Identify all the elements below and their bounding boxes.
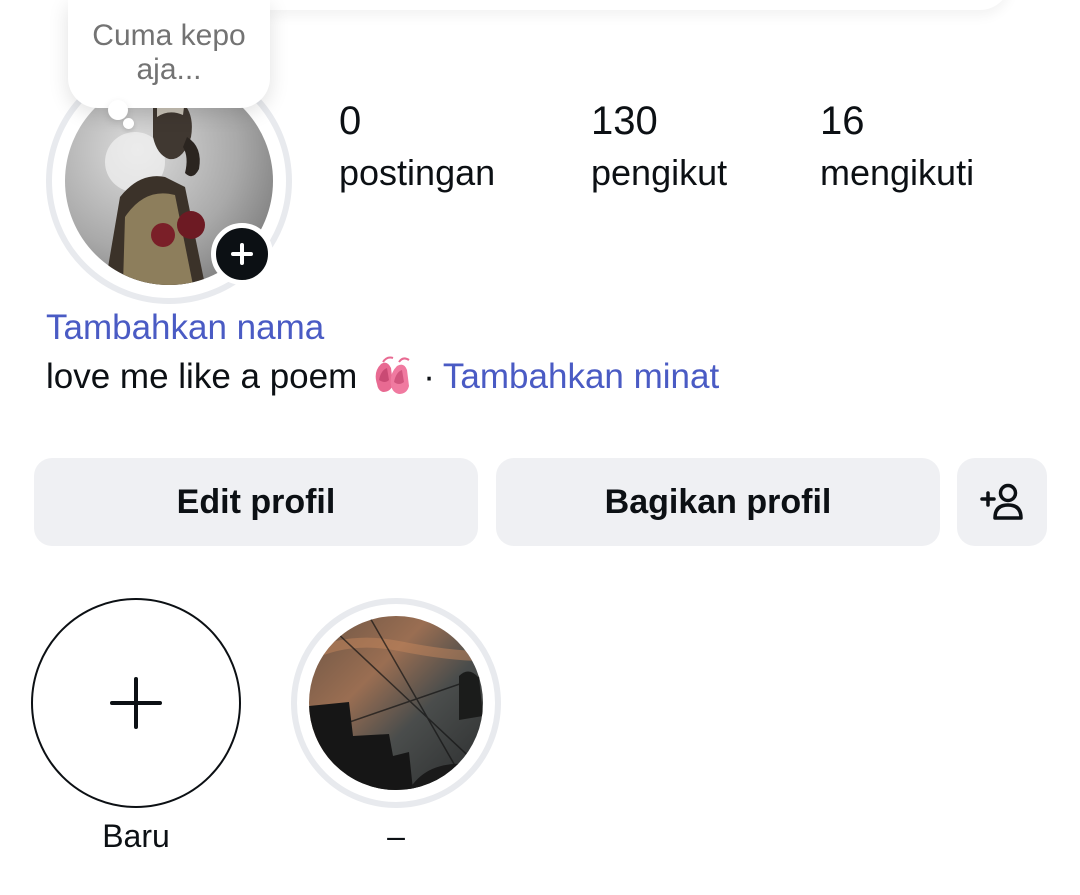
following-count: 16: [820, 99, 865, 143]
new-highlight-button[interactable]: [31, 598, 241, 808]
posts-count: 0: [339, 99, 362, 143]
add-person-icon: [980, 483, 1023, 520]
highlight-cover: [309, 616, 483, 790]
plus-icon: [110, 677, 162, 729]
note-tail-dot-small: [123, 118, 134, 129]
following-label: mengikuti: [820, 152, 975, 193]
discover-people-button[interactable]: [957, 458, 1047, 546]
highlight-label: –: [387, 818, 405, 854]
note-text: Cuma kepo aja...: [92, 19, 246, 86]
new-highlight-label: Baru: [102, 818, 170, 854]
edit-profile-label: Edit profil: [176, 482, 336, 521]
add-interests-link[interactable]: Tambahkan minat: [443, 354, 719, 400]
share-profile-button[interactable]: Bagikan profil: [496, 458, 940, 546]
followers-count: 130: [591, 99, 658, 143]
plus-icon: [231, 243, 253, 265]
ballet-shoes-icon: [375, 356, 410, 394]
posts-label: postingan: [339, 152, 496, 193]
following-stat[interactable]: 16 mengikuti: [820, 98, 974, 196]
share-profile-label: Bagikan profil: [604, 482, 832, 521]
bio-separator: ·: [423, 357, 435, 396]
posts-stat[interactable]: 0 postingan: [339, 98, 495, 196]
add-story-button[interactable]: [211, 223, 273, 285]
bio: love me like a poem · Tambahkan minat: [46, 354, 719, 400]
followers-label: pengikut: [591, 152, 728, 193]
note-tail-dot: [108, 100, 128, 120]
highlight-item[interactable]: [309, 616, 483, 790]
add-name-link[interactable]: Tambahkan nama: [46, 306, 324, 350]
note-bubble[interactable]: Cuma kepo aja...: [68, 0, 270, 108]
followers-stat[interactable]: 130 pengikut: [591, 98, 727, 196]
bio-text: love me like a poem: [46, 357, 358, 396]
edit-profile-button[interactable]: Edit profil: [34, 458, 478, 546]
